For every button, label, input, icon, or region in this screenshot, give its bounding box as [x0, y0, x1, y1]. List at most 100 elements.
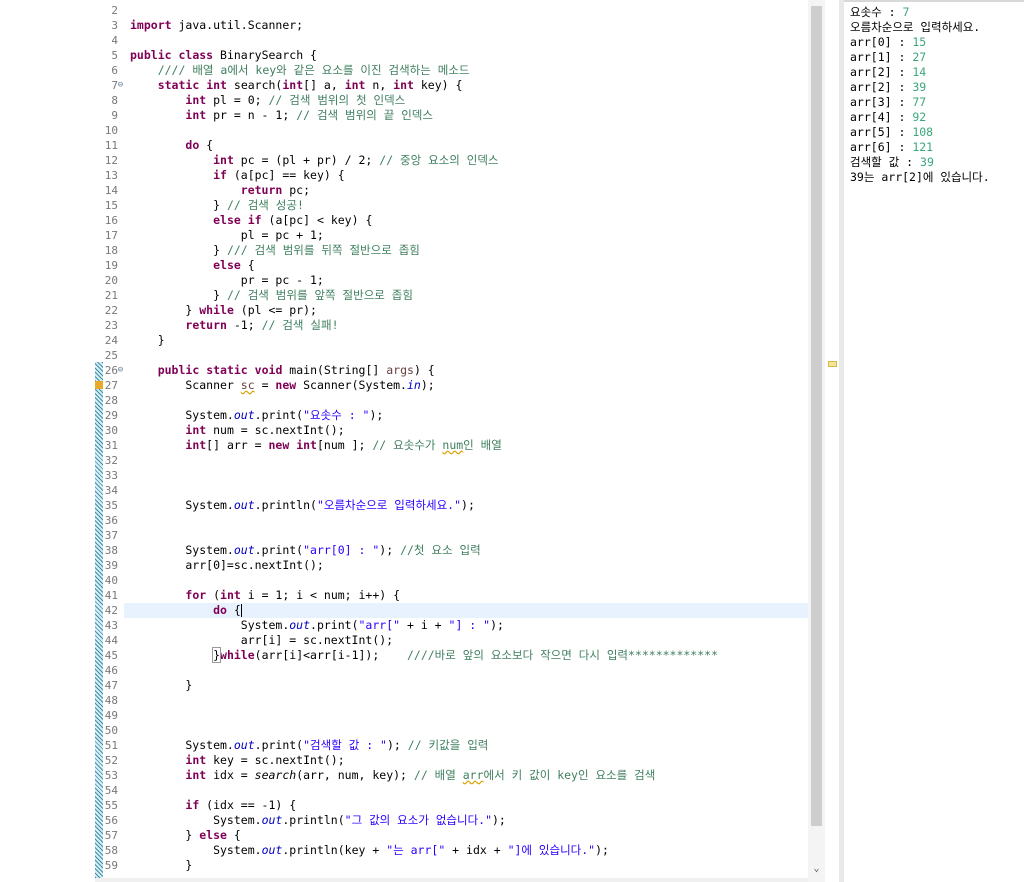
console-output-text: arr[4] : [850, 110, 913, 124]
code-token: do [213, 603, 227, 617]
line-number: 18 [104, 244, 118, 257]
code-token: [] arr = [206, 438, 269, 452]
line-number: 7 [111, 79, 118, 92]
code-line[interactable]: System.out.println("오름차순으로 입력하세요."); [130, 498, 475, 513]
overview-occurrence-marker[interactable] [828, 361, 837, 367]
code-token: } [130, 858, 193, 872]
line-number: 24 [104, 334, 118, 347]
code-line[interactable]: } [130, 858, 192, 873]
line-number: 43 [104, 619, 118, 632]
code-line[interactable]: int key = sc.nextInt(); [130, 753, 345, 768]
code-line[interactable]: Scanner sc = new Scanner(System.in); [130, 378, 434, 393]
code-line[interactable]: int num = sc.nextInt(); [130, 423, 344, 438]
console-line: arr[6] : 121 [850, 140, 933, 155]
line-number: 30 [104, 424, 118, 437]
code-line[interactable]: public static void main(String[] args) { [130, 363, 435, 378]
code-line[interactable]: if (a[pc] == key) { [130, 168, 345, 183]
line-number: 45 [104, 649, 118, 662]
code-token: arr [462, 768, 484, 782]
code-line[interactable]: } /// 검색 범위를 뒤쪽 절반으로 좁힘 [130, 243, 420, 258]
code-line[interactable]: System.out.println("그 값의 요소가 없습니다."); [130, 813, 506, 828]
code-token: out [233, 498, 255, 512]
code-token: (pl <= pr); [233, 303, 317, 317]
code-line[interactable]: //// 배열 a에서 key와 같은 요소를 이진 검색하는 메소드 [130, 63, 470, 78]
code-line[interactable]: System.out.println(key + "는 arr[" + idx … [130, 843, 609, 858]
current-code-line[interactable]: do { [124, 603, 808, 618]
line-number: 44 [104, 634, 118, 647]
code-line[interactable]: do { [130, 138, 213, 153]
editor-scroll-thumb[interactable] [811, 6, 822, 826]
code-line[interactable]: } [130, 333, 165, 348]
code-line[interactable]: int pl = 0; // 검색 범위의 첫 인덱스 [130, 93, 405, 108]
code-line[interactable]: else if (a[pc] < key) { [130, 213, 372, 228]
code-line[interactable]: System.out.print("arr[" + i + "] : "); [130, 618, 504, 633]
line-number: 29 [104, 409, 118, 422]
code-line[interactable]: int[] arr = new int[num ]; // 요솟수가 num인 … [130, 438, 501, 453]
code-line[interactable]: } else { [130, 828, 240, 843]
console-output-panel[interactable]: 요솟수 : 7 오름차순으로 입력하세요. arr[0] : 15 arr[1] : … [844, 0, 1024, 882]
code-token: java.util.Scanner; [171, 18, 304, 32]
code-token: Scanner [130, 378, 241, 392]
code-token: } [130, 333, 165, 347]
code-line[interactable]: static int search(int[] a, int n, int ke… [130, 78, 463, 93]
code-token: // 검색 범위의 끝 인덱스 [296, 108, 433, 122]
warning-icon[interactable] [95, 381, 103, 389]
code-token: int [185, 438, 207, 452]
scroll-down-icon[interactable]: ⌄ [808, 862, 825, 876]
code-token: } [130, 243, 227, 257]
code-editor[interactable]: import java.util.Scanner; public class Bi… [124, 0, 808, 882]
line-number: 11 [104, 139, 118, 152]
code-line[interactable]: System.out.print("요솟수 : "); [130, 408, 383, 423]
code-line[interactable]: System.out.print("검색할 값 : "); // 키값을 입력 [130, 738, 488, 753]
code-token: new [268, 438, 290, 452]
code-line[interactable]: import java.util.Scanner; [130, 18, 303, 33]
code-token: out [233, 408, 255, 422]
code-line[interactable]: }while(arr[i]<arr[i-1]); ////바로 앞의 요소보다 … [130, 647, 718, 663]
code-token: void [254, 363, 283, 377]
code-line[interactable]: } while (pl <= pr); [130, 303, 317, 318]
code-line[interactable]: arr[i] = sc.nextInt(); [130, 633, 393, 648]
code-token: "는 arr[" [386, 843, 446, 857]
code-line[interactable]: int pr = n - 1; // 검색 범위의 끝 인덱스 [130, 108, 433, 123]
code-line[interactable]: return -1; // 검색 실패! [130, 318, 338, 333]
code-token: (a[pc] == key) { [226, 168, 345, 182]
code-token: else [213, 258, 241, 272]
code-line[interactable]: int idx = search(arr, num, key); // 배열 a… [130, 768, 655, 783]
code-token: "] : " [448, 618, 491, 632]
line-number: 15 [104, 199, 118, 212]
code-token: } [130, 303, 200, 317]
code-line[interactable]: if (idx == -1) { [130, 798, 296, 813]
code-token: pc; [282, 183, 311, 197]
console-output-text: arr[2] : [850, 65, 913, 79]
code-token: key = sc.nextInt(); [206, 753, 345, 767]
code-token: "요솟수 : " [303, 408, 370, 422]
console-user-input: 121 [912, 140, 934, 154]
code-line[interactable]: int pc = (pl + pr) / 2; // 중앙 요소의 인덱스 [130, 153, 498, 168]
console-output-text: 요솟수 : [850, 5, 903, 19]
code-line[interactable]: public class BinarySearch { [130, 48, 317, 63]
code-token: System. [130, 843, 262, 857]
code-token: System. [130, 543, 234, 557]
code-token: (arr[i]<arr[i-1]); [254, 648, 407, 662]
line-number: 41 [104, 589, 118, 602]
line-number: 16 [104, 214, 118, 227]
code-line[interactable]: return pc; [130, 183, 310, 198]
code-token: int [206, 78, 227, 92]
code-line[interactable]: pl = pc + 1; [130, 228, 324, 243]
code-token: out [233, 738, 255, 752]
code-line[interactable]: System.out.print("arr[0] : "); //첫 요소 입력 [130, 543, 480, 558]
code-token: BinarySearch { [213, 48, 317, 62]
line-number: 56 [104, 814, 118, 827]
code-line[interactable]: for (int i = 1; i < num; i++) { [130, 588, 400, 603]
code-line[interactable]: else { [130, 258, 255, 273]
code-line[interactable]: } // 검색 범위를 앞쪽 절반으로 좁힘 [130, 288, 413, 303]
console-output-text: arr[2] : [850, 80, 913, 94]
code-line[interactable]: } // 검색 성공! [130, 198, 304, 213]
code-line[interactable]: pr = pc - 1; [130, 273, 324, 288]
code-line[interactable]: arr[0]=sc.nextInt(); [130, 558, 324, 573]
code-line[interactable]: } [130, 678, 192, 693]
left-margin [0, 0, 95, 882]
